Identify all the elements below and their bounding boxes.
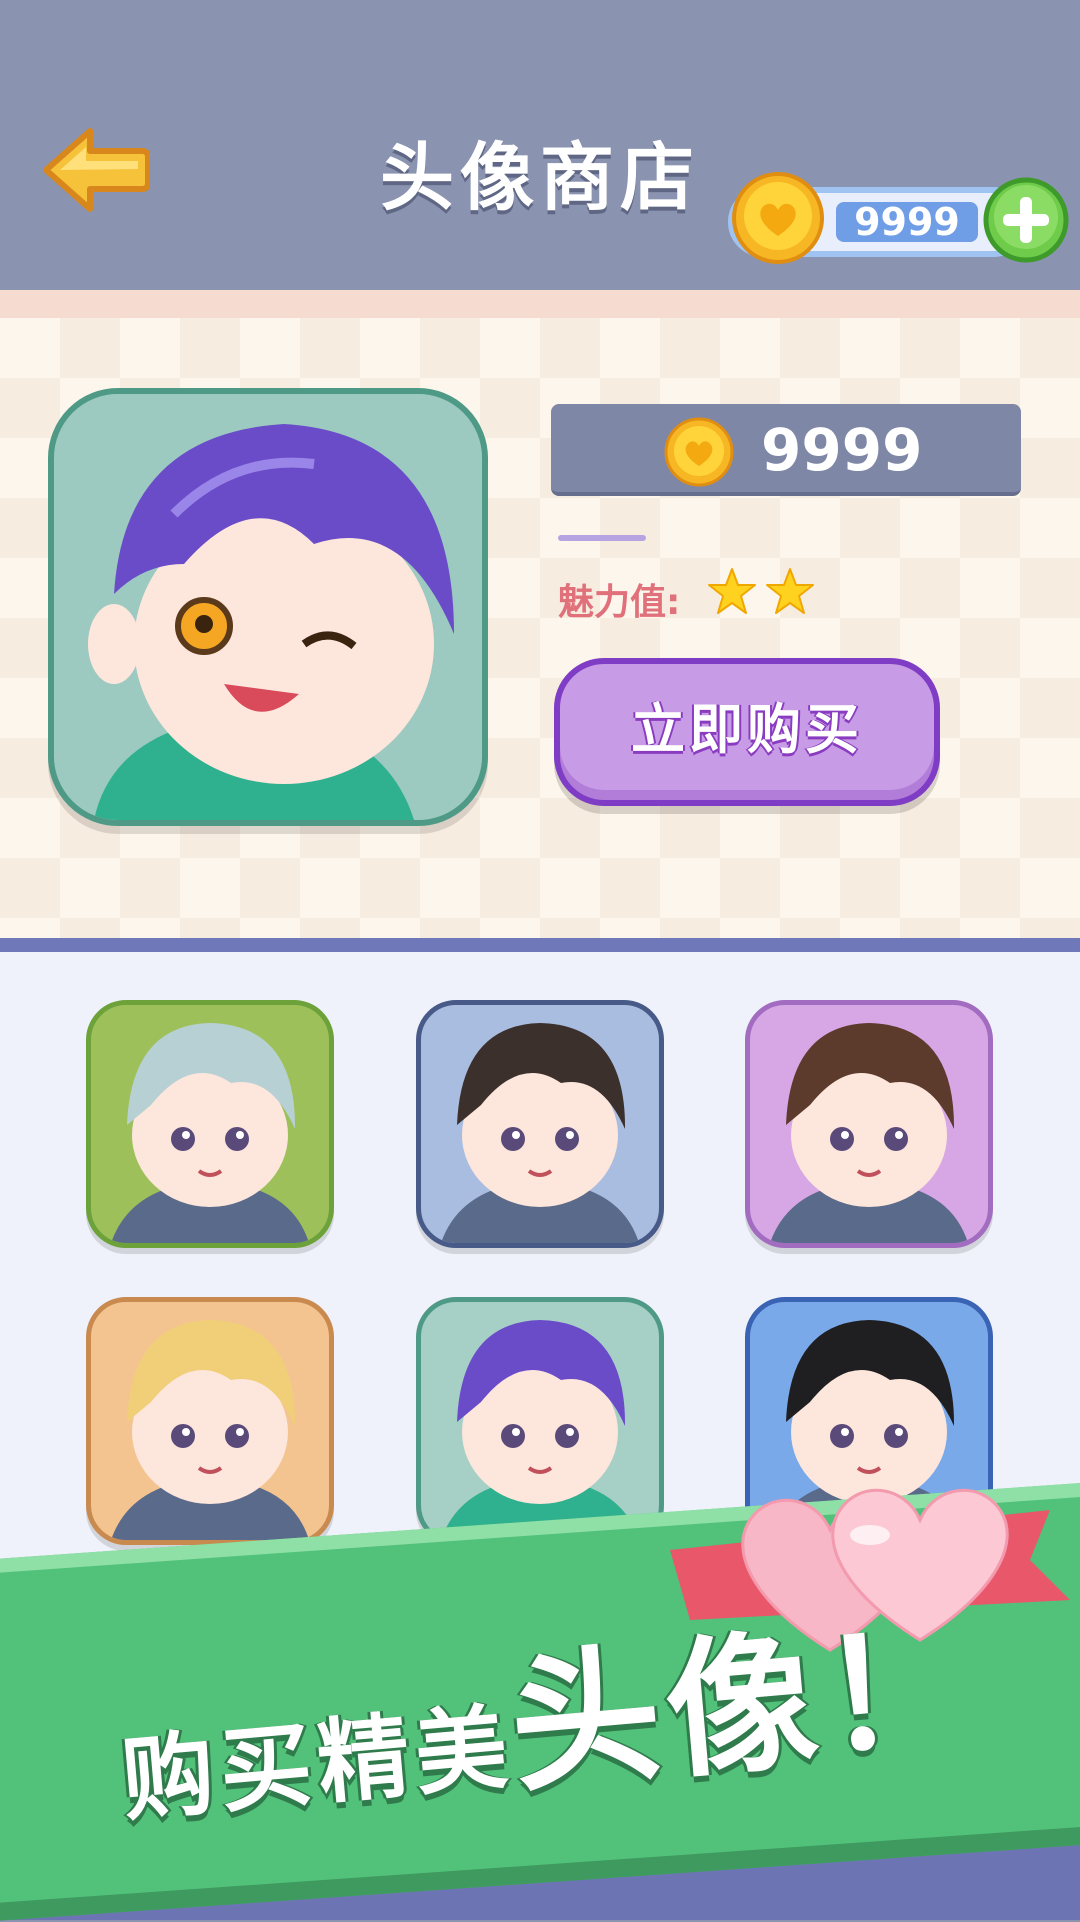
section-divider [0,938,1080,952]
star-icon [708,568,756,614]
chibi-avatar-icon [54,394,482,820]
charm-stars [706,566,822,622]
promo-text-big: 头像！ [503,1599,985,1815]
avatar-tile-silver-hair-glasses[interactable] [86,1000,334,1248]
chibi-avatar-icon [111,1320,309,1540]
heart-coin-icon [732,172,824,264]
featured-price-box: 9999 [551,404,1021,496]
heart-coin-icon [664,417,734,487]
star-icon [766,568,814,614]
header-divider [0,290,1080,318]
decor-line [558,535,646,541]
featured-price-value: 9999 [761,416,923,484]
avatar-tile-brown-hair-glasses[interactable] [745,1000,993,1248]
avatar-tile-purple-hair-wink[interactable] [416,1297,664,1545]
coin-balance-value: 9999 [836,202,978,242]
chibi-avatar-icon [441,1320,639,1540]
chibi-avatar-icon [770,1023,968,1243]
featured-avatar-purple-hair [48,388,488,826]
buy-now-button[interactable]: 立即购买 [554,658,940,806]
avatar-tile-dark-hair-blue[interactable] [416,1000,664,1248]
chibi-avatar-icon [441,1023,639,1243]
avatar-tile-blonde-hair[interactable] [86,1297,334,1545]
add-coins-button[interactable] [983,177,1069,263]
chibi-avatar-icon [111,1023,309,1243]
charm-label: 魅力值: [558,582,681,623]
promo-text-small: 购买精美 [117,1693,518,1835]
